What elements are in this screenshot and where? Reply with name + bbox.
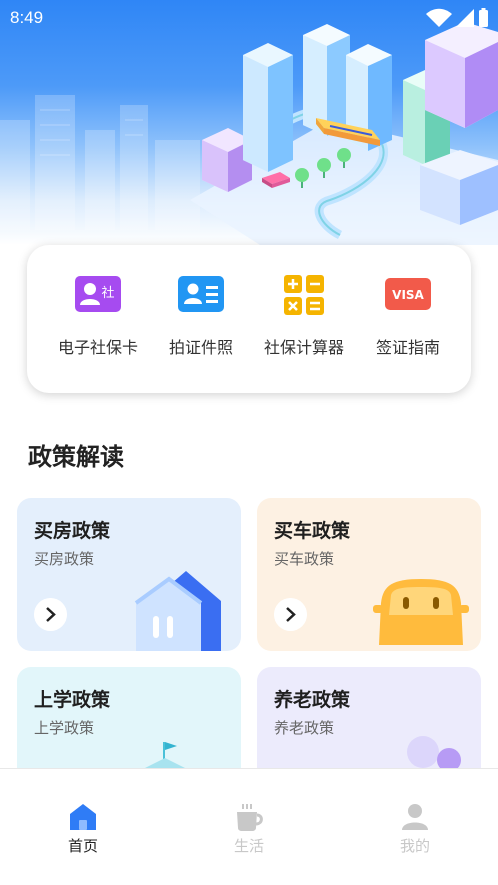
- policy-card-housing[interactable]: 买房政策 买房政策: [17, 498, 241, 651]
- quick-action-id-photo[interactable]: 拍证件照: [146, 275, 256, 358]
- cup-icon: [237, 804, 263, 831]
- policy-title: 买车政策: [274, 520, 351, 542]
- school-icon: [141, 742, 189, 770]
- nav-item-life[interactable]: 生活: [199, 801, 299, 856]
- quick-action-label: 拍证件照: [168, 338, 233, 357]
- policy-title: 上学政策: [34, 689, 111, 711]
- profile-icon: [402, 804, 428, 830]
- policy-subtitle: 养老政策: [274, 719, 335, 737]
- nav-label: 生活: [233, 837, 264, 855]
- nav-item-profile[interactable]: 我的: [365, 801, 465, 856]
- calculator-icon: [284, 275, 324, 315]
- wifi-icon: [426, 8, 452, 27]
- elderly-icon: [407, 736, 461, 770]
- social-security-card-icon: 社: [75, 276, 121, 312]
- nav-label: 我的: [399, 837, 430, 855]
- policy-card-car[interactable]: 买车政策 买车政策: [257, 498, 481, 651]
- nav-item-home[interactable]: 首页: [33, 801, 133, 856]
- quick-action-label: 签证指南: [375, 338, 440, 357]
- quick-action-calculator[interactable]: 社保计算器: [249, 275, 359, 358]
- city-illustration: [0, 22, 498, 245]
- chevron-right-icon[interactable]: [34, 598, 67, 631]
- quick-action-visa-guide[interactable]: VISA 签证指南: [353, 275, 463, 358]
- quick-action-label: 社保计算器: [263, 338, 344, 357]
- quick-actions-card: 社 电子社保卡 拍证件照 社保计算器 VISA 签证指南: [27, 245, 471, 393]
- quick-action-label: 电子社保卡: [57, 338, 138, 357]
- visa-icon: VISA: [385, 278, 431, 310]
- bottom-nav: 首页 生活 我的: [0, 768, 498, 885]
- nav-label: 首页: [67, 837, 98, 855]
- battery-icon: [479, 10, 488, 27]
- status-icons: [426, 8, 488, 27]
- policy-subtitle: 买房政策: [34, 550, 95, 568]
- id-photo-icon: [178, 276, 224, 312]
- house-icon: [134, 571, 221, 651]
- hero-banner: 8:49: [0, 0, 498, 245]
- policy-title: 买房政策: [34, 520, 111, 542]
- status-bar: 8:49: [0, 0, 498, 34]
- chevron-right-icon[interactable]: [274, 598, 307, 631]
- policy-subtitle: 买车政策: [274, 550, 335, 568]
- policy-title: 养老政策: [274, 689, 351, 711]
- signal-icon: [456, 9, 474, 27]
- section-title: 政策解读: [28, 443, 124, 471]
- quick-icon-glyph: 社: [101, 285, 114, 301]
- quick-icon-glyph: VISA: [392, 288, 424, 302]
- policy-subtitle: 上学政策: [34, 719, 95, 737]
- status-time: 8:49: [10, 8, 44, 27]
- quick-action-social-security-card[interactable]: 社 电子社保卡: [43, 275, 153, 358]
- car-icon: [373, 579, 469, 645]
- home-icon: [70, 804, 96, 830]
